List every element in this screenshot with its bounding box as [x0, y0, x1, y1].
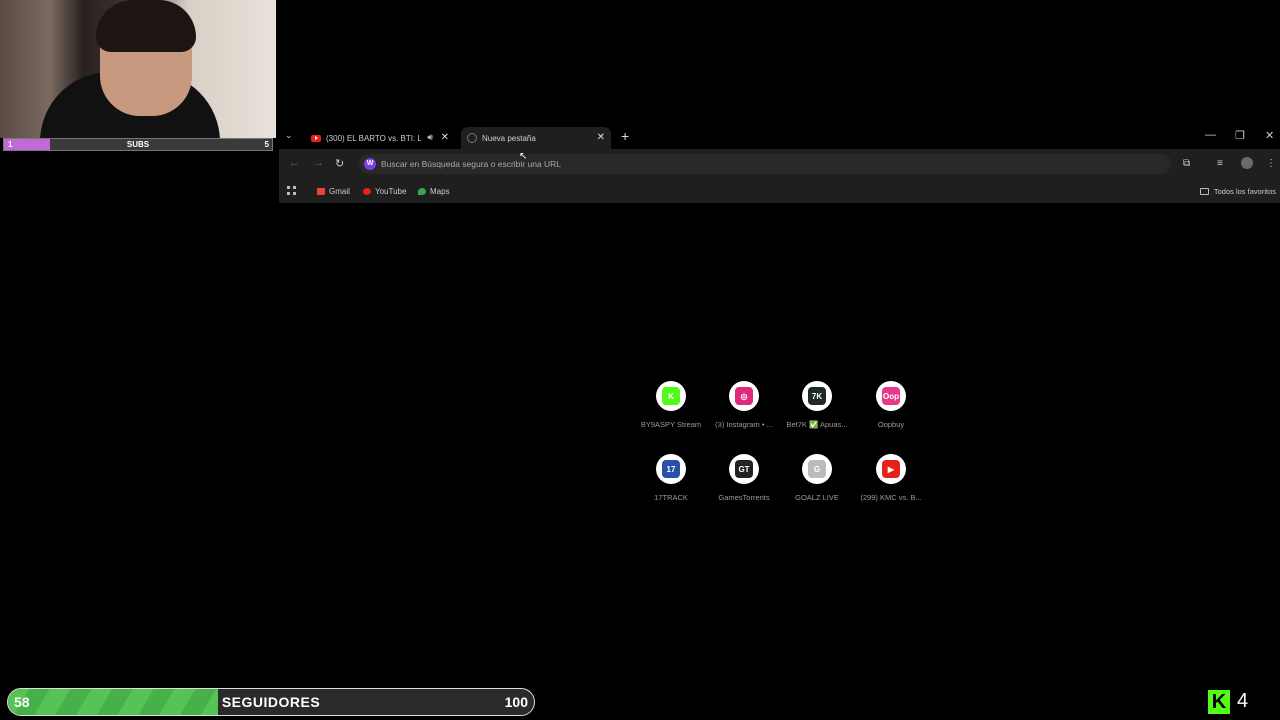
shortcut-label: 17TRACK — [654, 493, 688, 502]
minimize-icon[interactable]: — — [1205, 129, 1216, 141]
webcam-feed — [0, 0, 276, 138]
shortcut-label: (299) KMC vs. B... — [860, 493, 922, 502]
new-tab-plus-icon[interactable]: + — [621, 128, 629, 144]
globe-icon — [467, 133, 477, 143]
subs-goal-bar: 1 SUBS 5 — [3, 138, 273, 151]
browser-toolbar: ← → ↻ W Buscar en Búsqueda segura o escr… — [279, 149, 1280, 179]
back-arrow-icon[interactable]: ← — [289, 157, 300, 169]
shortcut-tile[interactable]: K BY9ASPY Stream — [631, 381, 711, 429]
shortcut-label: GamesTorrents — [718, 493, 770, 502]
folder-icon — [1199, 188, 1209, 195]
tab-new-tab[interactable]: Nueva pestaña ✕ — [461, 127, 611, 149]
bookmark-maps[interactable]: Maps — [418, 187, 450, 196]
forward-arrow-icon[interactable]: → — [313, 157, 324, 169]
oopbuy-icon: Oop — [882, 387, 900, 405]
close-window-icon[interactable]: ✕ — [1265, 129, 1274, 142]
close-icon[interactable]: ✕ — [597, 132, 605, 143]
tab-title: (300) EL BARTO vs. BTI: LA F — [326, 133, 421, 143]
bookmarks-bar: Gmail YouTube Maps Todos los favoritos — [279, 179, 1280, 203]
bookmark-gmail[interactable]: Gmail — [317, 187, 350, 196]
close-icon[interactable]: ✕ — [441, 132, 449, 143]
menu-dots-icon[interactable]: ⋮ — [1266, 158, 1276, 169]
tab-title: Nueva pestaña — [482, 133, 536, 143]
browser-window: ⌄ (300) EL BARTO vs. BTI: LA F 🔊︎ ✕ Nuev… — [279, 124, 1280, 203]
bookmark-label: Gmail — [329, 187, 350, 196]
subs-goal: 5 — [264, 140, 269, 149]
shortcut-tile[interactable]: G GOALZ LIVE — [777, 454, 857, 502]
bookmark-label: Maps — [430, 187, 450, 196]
shortcut-label: GOALZ LIVE — [795, 493, 839, 502]
goalz-icon: G — [808, 460, 826, 478]
shortcut-label: Oopbuy — [877, 420, 905, 429]
shortcut-tile[interactable]: ◎ (3) Instagram • ... — [704, 381, 784, 429]
profile-avatar[interactable] — [1241, 157, 1253, 169]
shortcut-tile[interactable]: ▶ (299) KMC vs. B... — [851, 454, 931, 502]
shortcut-label: BY9ASPY Stream — [640, 420, 702, 429]
apps-grid-icon[interactable] — [287, 186, 296, 195]
gmail-icon — [317, 188, 325, 195]
reload-icon[interactable]: ↻ — [335, 157, 344, 170]
shortcut-label: (3) Instagram • ... — [715, 420, 773, 429]
shortcut-tile[interactable]: GT GamesTorrents — [704, 454, 784, 502]
shortcut-tile[interactable]: Oop Oopbuy — [851, 381, 931, 429]
17track-icon: 17 — [662, 460, 680, 478]
kick-logo-icon: K — [1208, 690, 1230, 714]
shortcut-tile[interactable]: 17 17TRACK — [631, 454, 711, 502]
followers-label: SEGUIDORES — [221, 694, 321, 710]
extensions-icon[interactable]: ⧉ — [1183, 158, 1190, 169]
instagram-icon: ◎ — [735, 387, 753, 405]
all-bookmarks-button[interactable]: Todos los favoritos — [1199, 187, 1276, 196]
bookmark-youtube[interactable]: YouTube — [363, 187, 406, 196]
tab-search-chevron-icon[interactable]: ⌄ — [285, 130, 293, 141]
shortcut-label: Bet7K ✅ Apuas... — [786, 420, 848, 429]
mouse-cursor-icon: ↖ — [519, 151, 528, 162]
tab-youtube[interactable]: (300) EL BARTO vs. BTI: LA F 🔊︎ ✕ — [305, 127, 455, 149]
w-icon: W — [364, 158, 376, 170]
bookmark-label: YouTube — [375, 187, 407, 196]
address-bar[interactable]: W Buscar en Búsqueda segura o escribir u… — [359, 154, 1171, 174]
restore-icon[interactable]: ❐ — [1235, 129, 1245, 142]
media-controls-icon[interactable]: ≡ — [1217, 158, 1223, 169]
gamestorrents-icon: GT — [735, 460, 753, 478]
shortcut-tile[interactable]: 7K Bet7K ✅ Apuas... — [777, 381, 857, 429]
youtube-icon: ▶ — [882, 460, 900, 478]
address-bar-placeholder: Buscar en Búsqueda segura o escribir una… — [381, 159, 562, 169]
youtube-icon — [311, 134, 321, 142]
followers-goal: 100 — [504, 694, 528, 710]
kick-icon: K — [662, 387, 680, 405]
all-bookmarks-label: Todos los favoritos — [1213, 187, 1276, 196]
tab-strip: ⌄ (300) EL BARTO vs. BTI: LA F 🔊︎ ✕ Nuev… — [279, 124, 1280, 149]
followers-goal-bar: 58 SEGUIDORES 100 — [7, 688, 535, 716]
youtube-icon — [363, 188, 371, 195]
speaker-icon[interactable]: 🔊︎ — [427, 132, 433, 143]
maps-icon — [418, 188, 426, 195]
subs-label: SUBS — [126, 140, 150, 149]
bet7k-icon: 7K — [808, 387, 826, 405]
viewer-count: 4 — [1237, 690, 1249, 712]
